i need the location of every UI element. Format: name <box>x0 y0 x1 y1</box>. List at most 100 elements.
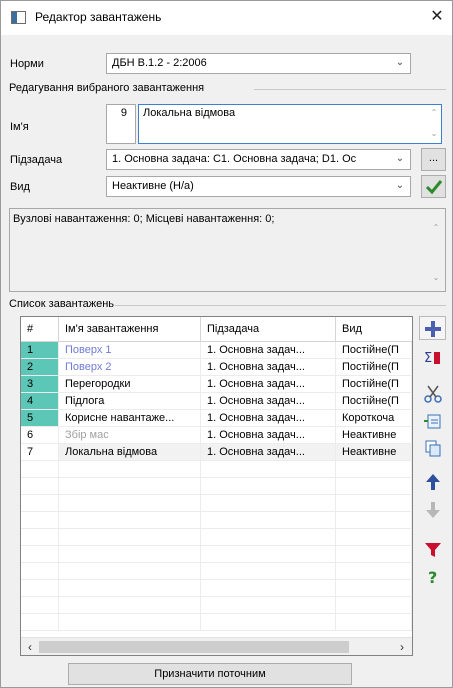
empty-table-row <box>21 512 412 529</box>
subtask-value: 1. Основна задача: C1. Основна задача; D… <box>112 153 357 165</box>
table-row[interactable]: 5 Корисне навантаже... 1. Основна задач...… <box>21 410 412 427</box>
table-row[interactable]: 7 Локальна відмова 1. Основна задач... Неак… <box>21 444 412 461</box>
help-button[interactable]: ? <box>419 564 446 588</box>
subtask-select[interactable]: 1. Основна задача: C1. Основна задача; D… <box>106 149 411 170</box>
column-header-name[interactable]: Ім'я завантаження <box>59 317 201 342</box>
norms-select[interactable]: ДБН В.1.2 - 2:2006 ⌄ <box>106 53 411 74</box>
name-label: Ім'я <box>10 121 29 133</box>
cell-subtask-text: 1. Основна задач... <box>207 412 305 424</box>
empty-cell <box>59 461 201 478</box>
empty-table-row <box>21 495 412 512</box>
move-down-button[interactable] <box>419 497 446 521</box>
cell-type: Постійне(П <box>336 342 412 359</box>
empty-cell <box>21 580 59 597</box>
cell-type: Неактивне <box>336 444 412 461</box>
sum-loads-button[interactable]: Σ <box>419 345 446 369</box>
cell-number-text: 6 <box>27 429 34 441</box>
empty-cell <box>336 461 412 478</box>
empty-cell <box>59 563 201 580</box>
check-icon <box>425 180 443 195</box>
move-up-button[interactable] <box>419 469 446 493</box>
type-select[interactable]: Неактивне (Н/а) ⌄ <box>106 176 411 197</box>
scroll-up-icon[interactable]: ⌃ <box>431 223 441 232</box>
type-value: Неактивне (Н/а) <box>112 180 194 192</box>
column-header-number[interactable]: # <box>21 317 59 342</box>
cell-number: 5 <box>21 410 59 427</box>
cell-type-text: Неактивне <box>342 429 397 441</box>
assign-current-button[interactable]: Призначити поточним <box>68 663 352 685</box>
cell-number-text: 4 <box>27 395 34 407</box>
app-icon <box>11 11 26 24</box>
cell-subtask-text: 1. Основна задач... <box>207 395 305 407</box>
copy-button[interactable] <box>419 435 446 459</box>
chevron-down-icon: ⌄ <box>395 57 405 68</box>
empty-cell <box>21 478 59 495</box>
empty-cell <box>59 546 201 563</box>
svg-text:?: ? <box>428 568 437 586</box>
empty-table-row <box>21 529 412 546</box>
scroll-up-icon[interactable]: ⌃ <box>429 108 439 117</box>
load-table[interactable]: # Ім'я завантаження Підзадача Вид 1 Повер… <box>20 316 413 656</box>
load-info-box: Вузлові навантаження: 0; Місцеві наванта… <box>9 208 446 292</box>
cell-load-name-text: Збір мас <box>65 429 109 441</box>
cell-load-name-text: Корисне навантаже... <box>65 412 175 424</box>
empty-table-row <box>21 478 412 495</box>
empty-cell <box>336 546 412 563</box>
empty-cell <box>59 614 201 631</box>
empty-cell <box>201 461 336 478</box>
apply-button[interactable] <box>421 175 446 198</box>
load-number-field[interactable]: 9 <box>106 104 136 144</box>
subtask-more-button[interactable]: ... <box>421 148 446 171</box>
scroll-left-icon[interactable]: ‹ <box>22 639 38 655</box>
insert-button[interactable] <box>419 408 446 432</box>
empty-cell <box>201 580 336 597</box>
load-name-input[interactable]: Локальна відмова ⌃ ⌄ <box>138 104 442 144</box>
cell-load-name: Перегородки <box>59 376 201 393</box>
empty-cell <box>59 597 201 614</box>
cut-button[interactable] <box>419 381 446 405</box>
edit-group-title: Редагування вибраного завантаження <box>9 82 205 94</box>
cell-load-name-text: Перегородки <box>65 378 131 390</box>
scroll-down-icon[interactable]: ⌄ <box>431 273 441 282</box>
window-title: Редактор завантажень <box>35 10 162 24</box>
table-row[interactable]: 6 Збір мас 1. Основна задач... Неактивне <box>21 427 412 444</box>
empty-table-row <box>21 546 412 563</box>
horizontal-scrollbar[interactable]: ‹ › <box>21 637 412 655</box>
cell-load-name-text: Підлога <box>65 395 105 407</box>
cell-number-text: 1 <box>27 344 34 356</box>
type-label: Вид <box>10 181 30 193</box>
cell-load-name: Корисне навантаже... <box>59 410 201 427</box>
empty-table-row <box>21 580 412 597</box>
cell-subtask-text: 1. Основна задач... <box>207 361 305 373</box>
empty-cell <box>201 478 336 495</box>
column-header-subtask[interactable]: Підзадача <box>201 317 336 342</box>
cell-subtask: 1. Основна задач... <box>201 342 336 359</box>
cut-icon <box>424 385 442 403</box>
scroll-down-icon[interactable]: ⌄ <box>429 129 439 138</box>
empty-cell <box>336 563 412 580</box>
empty-table-row <box>21 563 412 580</box>
cell-load-name: Поверх 1 <box>59 342 201 359</box>
cell-number: 2 <box>21 359 59 376</box>
column-header-type[interactable]: Вид <box>336 317 412 342</box>
copy-icon <box>425 440 441 457</box>
cell-subtask: 1. Основна задач... <box>201 376 336 393</box>
empty-cell <box>336 614 412 631</box>
filter-button[interactable] <box>419 537 446 561</box>
add-load-button[interactable] <box>419 316 446 340</box>
scrollbar-thumb[interactable] <box>39 641 349 653</box>
close-icon[interactable]: ✕ <box>425 5 449 29</box>
empty-cell <box>21 512 59 529</box>
table-row[interactable]: 2 Поверх 2 1. Основна задач... Постійне(П <box>21 359 412 376</box>
table-row[interactable]: 4 Підлога 1. Основна задач... Постійне(П <box>21 393 412 410</box>
scroll-right-icon[interactable]: › <box>394 639 410 655</box>
empty-cell <box>201 495 336 512</box>
table-row[interactable]: 3 Перегородки 1. Основна задач... Постійне(… <box>21 376 412 393</box>
table-row[interactable]: 1 Поверх 1 1. Основна задач... Постійне(П <box>21 342 412 359</box>
norms-label: Норми <box>10 58 44 70</box>
load-name-value: Локальна відмова <box>143 107 236 119</box>
help-icon: ? <box>428 568 437 586</box>
empty-cell <box>59 580 201 597</box>
cell-type: Постійне(П <box>336 393 412 410</box>
add-icon <box>425 321 441 337</box>
